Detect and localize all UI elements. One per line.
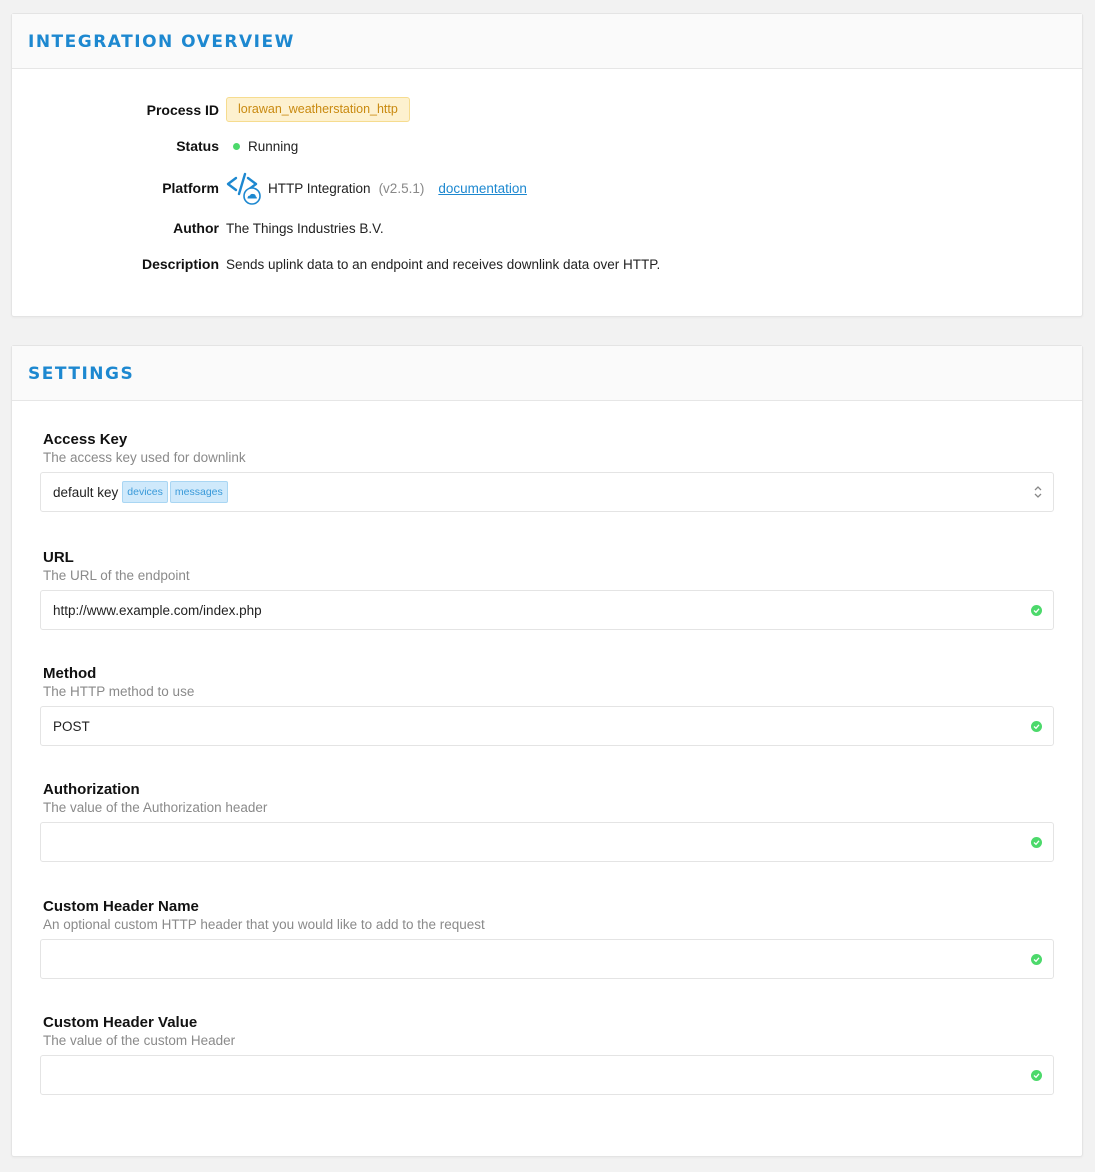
process-id-badge: lorawan_weatherstation_http [226,97,410,122]
process-id-row: Process ID lorawan_weatherstation_http [12,97,410,122]
description-row: Description Sends uplink data to an endp… [12,256,660,272]
method-value: POST [53,718,90,734]
valid-check-icon [1031,1070,1042,1081]
url-value: http://www.example.com/index.php [53,602,262,618]
status-dot-icon [233,142,240,150]
integration-overview-card: INTEGRATION OVERVIEW Process ID lorawan_… [11,13,1083,317]
custom-header-value-description: The value of the custom Header [43,1033,236,1048]
access-key-value: default key [53,484,119,500]
settings-header: SETTINGS [12,346,1082,401]
platform-version: (v2.5.1) [378,180,425,196]
custom-header-name-input[interactable] [40,939,1054,979]
custom-header-value-input[interactable] [40,1055,1054,1095]
author-label: Author [173,220,219,236]
custom-header-name-field: Custom Header Name An optional custom HT… [40,898,1055,979]
settings-title: SETTINGS [28,364,135,384]
method-field: Method The HTTP method to use POST [40,665,1055,746]
author-value: The Things Industries B.V. [226,220,384,236]
access-key-tag: devices [122,481,168,503]
platform-name: HTTP Integration [268,180,371,196]
overview-header: INTEGRATION OVERVIEW [12,14,1082,69]
url-input[interactable]: http://www.example.com/index.php [40,590,1054,630]
access-key-tag: messages [169,481,228,503]
documentation-link[interactable]: documentation [438,181,527,196]
platform-row: Platform HTTP Integration (v2.5.1) docum… [12,171,527,205]
custom-header-name-label: Custom Header Name [43,898,199,915]
authorization-field: Authorization The value of the Authoriza… [40,781,1055,862]
url-description: The URL of the endpoint [43,568,190,583]
custom-header-name-description: An optional custom HTTP header that you … [43,917,485,932]
description-label: Description [141,256,219,272]
status-label: Status [176,138,219,154]
process-id-label: Process ID [146,101,219,118]
valid-check-icon [1031,721,1042,732]
authorization-input[interactable] [40,822,1054,862]
description-value: Sends uplink data to an endpoint and rec… [226,256,661,272]
platform-label: Platform [162,180,219,196]
http-integration-icon [226,171,262,205]
status-row: Status Running [12,138,298,154]
url-label: URL [43,549,74,566]
valid-check-icon [1031,605,1042,616]
settings-card: SETTINGS Access Key The access key used … [11,345,1083,1157]
valid-check-icon [1031,837,1042,848]
authorization-description: The value of the Authorization header [43,800,268,815]
method-input[interactable]: POST [40,706,1054,746]
custom-header-value-field: Custom Header Value The value of the cus… [40,1014,1055,1095]
author-row: Author The Things Industries B.V. [12,220,384,236]
access-key-label: Access Key [43,431,128,448]
url-field: URL The URL of the endpoint http://www.e… [40,549,1055,630]
custom-header-value-label: Custom Header Value [43,1014,198,1031]
select-arrows-icon [1033,485,1043,499]
status-value: Running [248,138,299,154]
method-description: The HTTP method to use [43,684,195,699]
overview-title: INTEGRATION OVERVIEW [28,32,295,52]
access-key-select[interactable]: default key devices messages [40,472,1054,512]
access-key-field: Access Key The access key used for downl… [40,431,1055,512]
valid-check-icon [1031,954,1042,965]
access-key-description: The access key used for downlink [43,450,246,465]
method-label: Method [43,665,97,682]
authorization-label: Authorization [43,781,140,798]
